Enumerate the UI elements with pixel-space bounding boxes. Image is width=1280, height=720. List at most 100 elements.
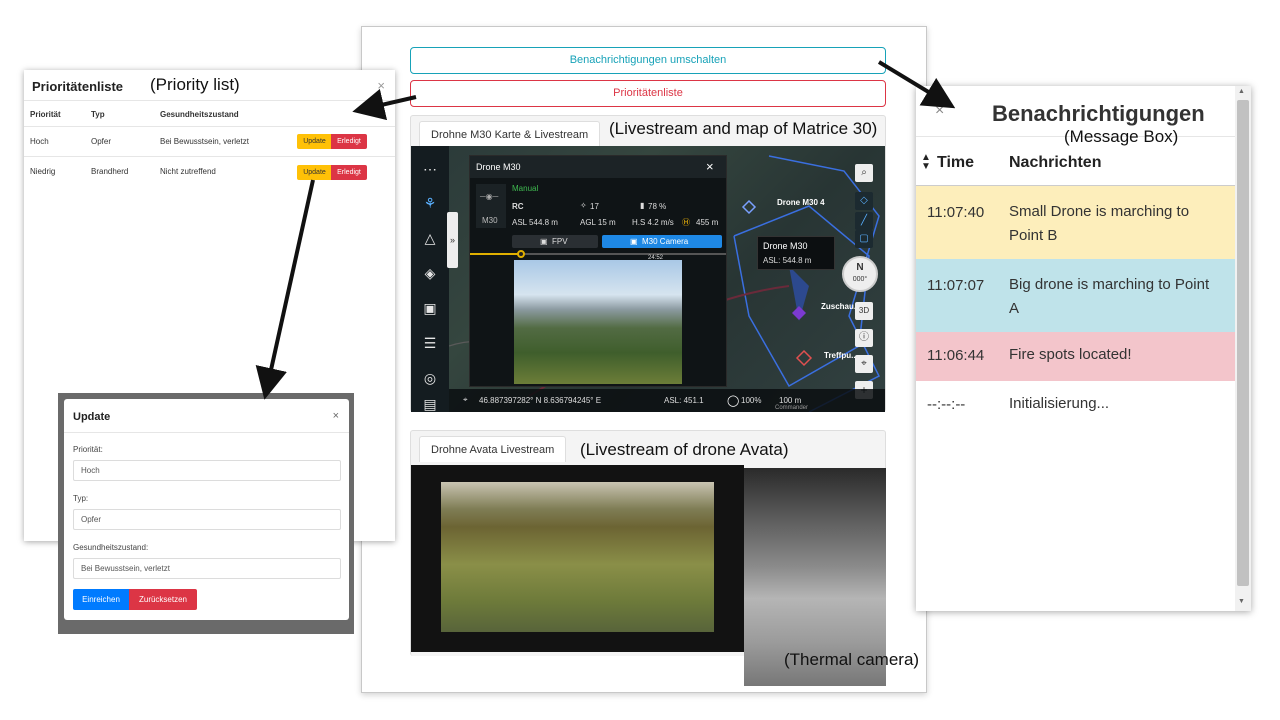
- locate-icon[interactable]: ⌖: [855, 355, 873, 373]
- update-button[interactable]: Update: [297, 165, 332, 180]
- m30-map-app: Drone M30 4 Drone M30 ASL: 544.8 m Zusch…: [411, 146, 885, 412]
- flight-mode: Manual: [512, 184, 539, 193]
- notification-message: Initialisierung...: [1009, 395, 1110, 412]
- done-button[interactable]: Erledigt: [331, 134, 367, 149]
- compass-icon: N 000°: [842, 256, 878, 292]
- divider: [24, 156, 395, 157]
- search-icon[interactable]: ⌕: [855, 164, 873, 182]
- timeline-progress: [470, 253, 520, 255]
- submit-button[interactable]: Einreichen: [73, 589, 129, 610]
- notification-message: Fire spots located!: [1009, 346, 1132, 363]
- health-label: Gesundheitszustand:: [73, 543, 149, 552]
- area-tool-icon[interactable]: ▢: [855, 230, 873, 248]
- settings-panel-icon[interactable]: ▤: [421, 395, 439, 412]
- commander-label: Commander: [775, 405, 809, 411]
- camera-icon: ▣: [540, 237, 548, 246]
- drone-icon[interactable]: ⚘: [421, 194, 439, 212]
- toggle-notifications-button[interactable]: Benachrichtigungen umschalten: [410, 47, 886, 74]
- asl-value: ASL 544.8 m: [512, 218, 558, 227]
- annotation-m30-stream: (Livestream and map of Matrice 30): [609, 119, 878, 138]
- scrollbar[interactable]: ▲ ▼: [1235, 86, 1251, 611]
- crosshair-icon: ⌖: [463, 395, 468, 404]
- annotation-priority-list: (Priority list): [150, 75, 240, 94]
- m30-camera-label: M30 Camera: [642, 237, 689, 246]
- divider: [64, 432, 349, 433]
- notification-box: × Benachrichtigungen ▲ ▼ Time Nachrichten…: [916, 86, 1251, 611]
- waypoint-icon[interactable]: ◇: [855, 192, 873, 210]
- notification-row: 11:07:40 Small Drone is marching to Poin…: [916, 186, 1235, 259]
- timeline-handle[interactable]: [517, 250, 525, 258]
- type-label: Typ:: [73, 494, 89, 503]
- done-button[interactable]: Erledigt: [331, 165, 367, 180]
- update-button[interactable]: Update: [297, 134, 332, 149]
- reset-button[interactable]: Zurücksetzen: [129, 589, 197, 610]
- notification-title: Benachrichtigungen: [992, 101, 1205, 126]
- update-modal: Update × Priorität: Hoch Typ: Opfer Gesu…: [64, 399, 349, 620]
- divider: [24, 100, 395, 101]
- row-type: Brandherd: [91, 167, 129, 176]
- mountain-icon[interactable]: △: [421, 229, 439, 247]
- row-type: Opfer: [91, 137, 112, 146]
- health-field[interactable]: Bei Bewusstsein, verletzt: [73, 558, 341, 579]
- scroll-up-icon[interactable]: ▲: [1238, 88, 1245, 95]
- map-status-bar: ⌖ 46.887397282° N 8.636794245° E ASL: 45…: [449, 389, 885, 412]
- close-icon[interactable]: ×: [935, 102, 944, 120]
- list-icon[interactable]: ☰: [421, 334, 439, 352]
- annotation-avata-stream: (Livestream of drone Avata): [580, 440, 789, 459]
- close-icon[interactable]: ×: [706, 159, 714, 174]
- map-scale: 100 m: [779, 396, 802, 405]
- satellite-icon: ✧: [580, 201, 587, 210]
- notification-time: 11:07:40: [927, 204, 985, 221]
- asl-status: ASL: 451.1: [664, 396, 704, 405]
- battery-icon: ▮: [640, 201, 645, 210]
- media-icon[interactable]: ▣: [421, 299, 439, 317]
- col-header-priority: Priorität: [30, 110, 61, 119]
- fpv-button[interactable]: ▣ FPV: [512, 235, 598, 248]
- scroll-down-icon[interactable]: ▼: [1238, 598, 1245, 605]
- rc-signal: RC: [512, 202, 524, 211]
- timeline-bar[interactable]: [470, 250, 726, 258]
- col-header-time: Time: [937, 154, 975, 171]
- tab-avata-livestream[interactable]: Drohne Avata Livestream: [419, 436, 567, 462]
- m30-sidebar: ⋯ ⚘ △ ◈ ▣ ☰ ◎ ▤: [411, 146, 449, 412]
- coordinates: 46.887397282° N 8.636794245° E: [479, 396, 602, 405]
- drone-info-panel: Drone M30 × ─◉─ M30 Manual RC ✧ 17 ▮ 78 …: [469, 155, 727, 387]
- map-tooltip-title: Drone M30: [763, 241, 808, 251]
- m30-camera-button[interactable]: ▣ M30 Camera: [602, 235, 722, 248]
- drone-thumb-label: M30: [482, 216, 498, 225]
- layers-icon[interactable]: ◈: [421, 264, 439, 282]
- scrollbar-thumb[interactable]: [1237, 100, 1249, 586]
- more-icon[interactable]: ⋯: [421, 160, 439, 178]
- notification-time: 11:06:44: [927, 347, 985, 364]
- view-3d-button[interactable]: 3D: [855, 302, 873, 320]
- map-tooltip: Drone M30 ASL: 544.8 m: [757, 236, 835, 270]
- notification-row: --:--:-- Initialisierung...: [916, 381, 1235, 430]
- tab-m30-livestream[interactable]: Drohne M30 Karte & Livestream: [419, 121, 601, 147]
- globe-icon[interactable]: ◎: [421, 369, 439, 387]
- drone-panel-header: Drone M30 ×: [470, 156, 726, 178]
- fpv-label: FPV: [552, 237, 568, 246]
- info-icon[interactable]: ⓘ: [855, 329, 873, 347]
- col-header-type: Typ: [91, 110, 105, 119]
- camera-icon-2: ▣: [630, 237, 638, 246]
- row-health: Nicht zutreffend: [160, 167, 216, 176]
- close-icon[interactable]: ×: [377, 78, 385, 93]
- satellite-count: 17: [590, 202, 599, 211]
- compass-north: N: [856, 262, 864, 273]
- compass-degree: 000°: [852, 276, 868, 283]
- battery-level: 78 %: [648, 202, 667, 211]
- priority-field[interactable]: Hoch: [73, 460, 341, 481]
- home-icon: Ⓗ: [682, 218, 690, 227]
- line-tool-icon[interactable]: ╱: [855, 212, 873, 230]
- priority-list-button[interactable]: Prioritätenliste: [410, 80, 886, 107]
- sort-icon[interactable]: ▲ ▼: [921, 153, 931, 172]
- notification-message: Small Drone is marching to Point B: [1009, 203, 1190, 244]
- notification-row: 11:07:07 Big drone is marching to Point …: [916, 259, 1235, 332]
- type-field[interactable]: Opfer: [73, 509, 341, 530]
- m30-card: Drohne M30 Karte & Livestream Drone M30 …: [410, 115, 886, 412]
- col-header-health: Gesundheitszustand: [160, 110, 239, 119]
- panel-expand-handle[interactable]: »: [447, 212, 458, 268]
- row-priority: Hoch: [30, 137, 49, 146]
- close-icon[interactable]: ×: [333, 410, 339, 422]
- drone-silhouette-icon: ─◉─: [480, 192, 499, 201]
